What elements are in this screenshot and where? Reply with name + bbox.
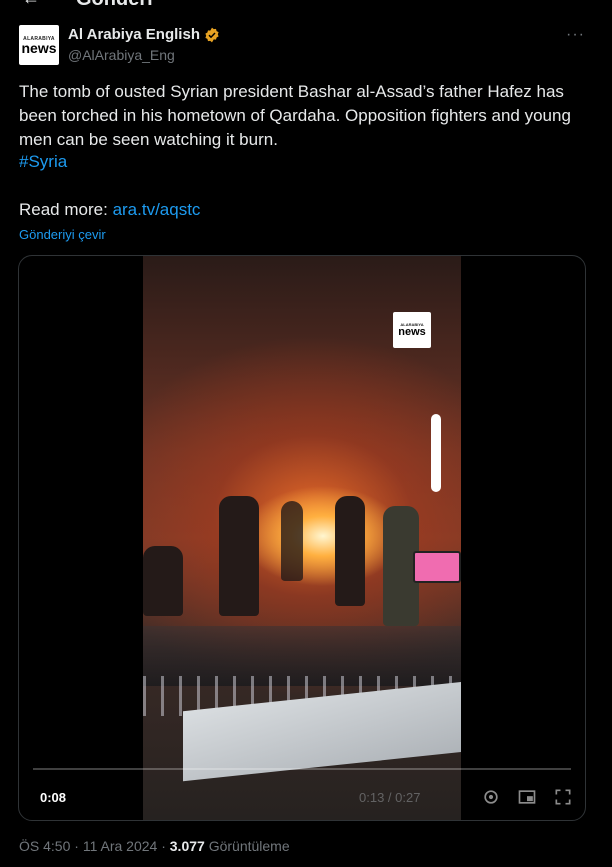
watermark-text-bottom: news: [398, 326, 426, 338]
video-figure: [281, 501, 303, 581]
tweet-footer: ÖS 4:50 · 11 Ara 2024 · 3.077 Görüntülem…: [19, 838, 290, 854]
video-player[interactable]: ALARABIYA news 0:08 0:13 / 0:27: [18, 255, 586, 821]
picture-in-picture-icon[interactable]: [517, 787, 537, 807]
video-progress-bar[interactable]: [33, 768, 571, 770]
read-more-label: Read more:: [19, 200, 108, 219]
phone-screen: [413, 551, 461, 583]
video-figure: [335, 496, 365, 606]
back-arrow-icon[interactable]: ←: [22, 0, 40, 9]
fullscreen-icon[interactable]: [553, 787, 573, 807]
avatar-text-bottom: news: [21, 39, 57, 56]
post-date[interactable]: 11 Ara 2024: [83, 838, 157, 854]
read-more-link[interactable]: ara.tv/aqstc: [113, 200, 201, 219]
watermark-logo: ALARABIYA news: [393, 312, 431, 348]
tweet-text: The tomb of ousted Syrian president Bash…: [19, 82, 571, 149]
avatar[interactable]: ALARABIYA news: [19, 25, 59, 65]
page-title: Gönderi: [76, 0, 153, 11]
settings-gear-icon[interactable]: [481, 787, 501, 807]
separator: ·: [74, 838, 79, 854]
views-count: 3.077: [169, 838, 205, 854]
verified-badge-icon: [205, 27, 219, 42]
top-bar: ← Gönderi: [0, 0, 612, 12]
read-more: Read more: ara.tv/aqstc: [19, 200, 200, 220]
account-handle[interactable]: @AlArabiya_Eng: [68, 47, 175, 63]
video-current-time: 0:08: [40, 790, 67, 805]
views-label: Görüntüleme: [208, 838, 290, 854]
translate-post-link[interactable]: Gönderiyi çevir: [19, 227, 106, 242]
account-name-row[interactable]: Al Arabiya English: [68, 26, 220, 43]
video-figure: [219, 496, 259, 616]
separator: ·: [161, 838, 166, 854]
hashtag-link[interactable]: #Syria: [19, 152, 67, 172]
more-options-icon[interactable]: ···: [566, 26, 585, 44]
post-time[interactable]: ÖS 4:50: [19, 838, 70, 854]
video-figure: [143, 546, 183, 616]
video-frame[interactable]: ALARABIYA news: [143, 256, 461, 820]
video-duration: 0:13 / 0:27: [359, 790, 421, 805]
account-name[interactable]: Al Arabiya English: [68, 26, 200, 43]
side-watermark: [431, 414, 441, 492]
